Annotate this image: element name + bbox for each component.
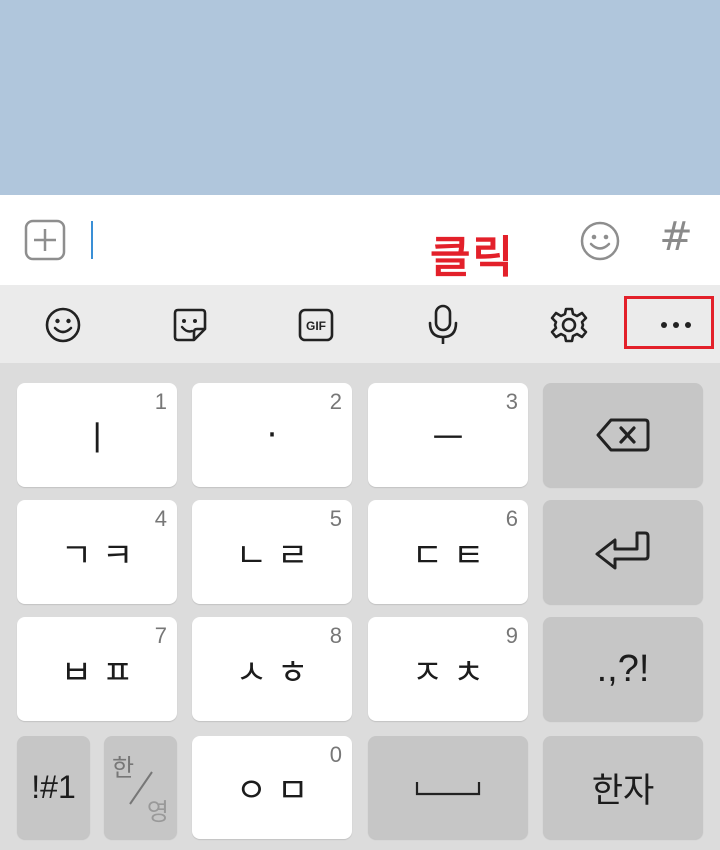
toolbar-sticker-button[interactable]: [168, 303, 212, 347]
gif-text: GIF: [306, 319, 326, 333]
toolbar-gif-button[interactable]: GIF: [294, 303, 338, 347]
key-label: ㅣ: [81, 418, 123, 459]
key-consonant-d-t[interactable]: ㄷㅌ 6: [368, 500, 528, 604]
emoji-icon: [45, 307, 81, 343]
key-vowel-i[interactable]: ㅣ 1: [17, 383, 177, 487]
space-icon: [415, 781, 481, 795]
key-label: ㄴㄹ: [235, 535, 319, 576]
key-vowel-dot[interactable]: · 2: [192, 383, 352, 487]
key-label: ㅡ: [432, 418, 474, 459]
keyboard: ㅣ 1 · 2 ㅡ 3 ㄱㅋ 4 ㄴㄹ 5 ㄷㅌ 6 ㅂㅍ 7 ㅅㅎ 8 ㅈㅊ …: [0, 363, 720, 850]
space-key[interactable]: [368, 736, 528, 839]
backspace-icon: [596, 418, 650, 452]
punctuation-key[interactable]: .,?!: [543, 617, 703, 721]
toolbar-emoji-button[interactable]: [41, 303, 85, 347]
key-label: ㅇㅁ: [235, 771, 319, 811]
key-label: ㄱㅋ: [60, 535, 144, 576]
key-consonant-o-m[interactable]: ㅇㅁ 0: [192, 736, 352, 839]
keyboard-toolbar: GIF: [0, 285, 720, 363]
gear-icon: [550, 307, 588, 343]
key-consonant-j-ch[interactable]: ㅈㅊ 9: [368, 617, 528, 721]
smiley-icon: [580, 221, 620, 261]
enter-icon: [595, 531, 650, 570]
key-number: 0: [329, 742, 342, 767]
key-number: 2: [329, 389, 342, 414]
microphone-icon: [428, 304, 458, 344]
key-number: 8: [329, 623, 342, 648]
sticker-icon: [173, 308, 207, 342]
lang-english-label: 영: [146, 798, 169, 826]
enter-key[interactable]: [543, 500, 703, 604]
key-number: 9: [505, 623, 518, 648]
plus-icon: [24, 219, 66, 261]
message-input-bar: #: [0, 195, 720, 285]
more-button-highlight-box: [624, 296, 714, 349]
key-vowel-eu[interactable]: ㅡ 3: [368, 383, 528, 487]
key-consonant-s-h[interactable]: ㅅㅎ 8: [192, 617, 352, 721]
toolbar-settings-button[interactable]: [547, 303, 591, 347]
key-number: 7: [154, 623, 167, 648]
add-attachment-button[interactable]: [24, 219, 66, 261]
hanja-key[interactable]: 한자: [543, 736, 703, 839]
click-annotation: 클릭: [430, 232, 515, 283]
key-label: 한자: [591, 771, 655, 811]
language-switch-key[interactable]: 한 영: [104, 736, 177, 839]
key-label: .,?!: [596, 647, 650, 690]
key-number: 5: [329, 506, 342, 531]
key-consonant-b-p[interactable]: ㅂㅍ 7: [17, 617, 177, 721]
toolbar-voice-button[interactable]: [421, 303, 465, 347]
key-label: !#1: [31, 769, 76, 805]
key-consonant-g-k[interactable]: ㄱㅋ 4: [17, 500, 177, 604]
key-label: ㅈㅊ: [411, 652, 495, 693]
key-label: ㄷㅌ: [411, 535, 495, 576]
key-consonant-n-r[interactable]: ㄴㄹ 5: [192, 500, 352, 604]
key-label: ·: [266, 415, 288, 455]
emoji-button[interactable]: [578, 219, 622, 263]
gif-icon: GIF: [298, 308, 334, 342]
backspace-key[interactable]: [543, 383, 703, 487]
chat-area: [0, 0, 720, 195]
hashtag-button[interactable]: #: [656, 213, 696, 261]
key-label: ㅂㅍ: [60, 652, 144, 693]
key-number: 4: [154, 506, 167, 531]
key-number: 6: [505, 506, 518, 531]
text-cursor[interactable]: [91, 221, 93, 259]
symbols-key[interactable]: !#1: [17, 736, 90, 839]
key-number: 3: [505, 389, 518, 414]
key-label: ㅅㅎ: [235, 652, 319, 693]
key-number: 1: [154, 389, 167, 414]
